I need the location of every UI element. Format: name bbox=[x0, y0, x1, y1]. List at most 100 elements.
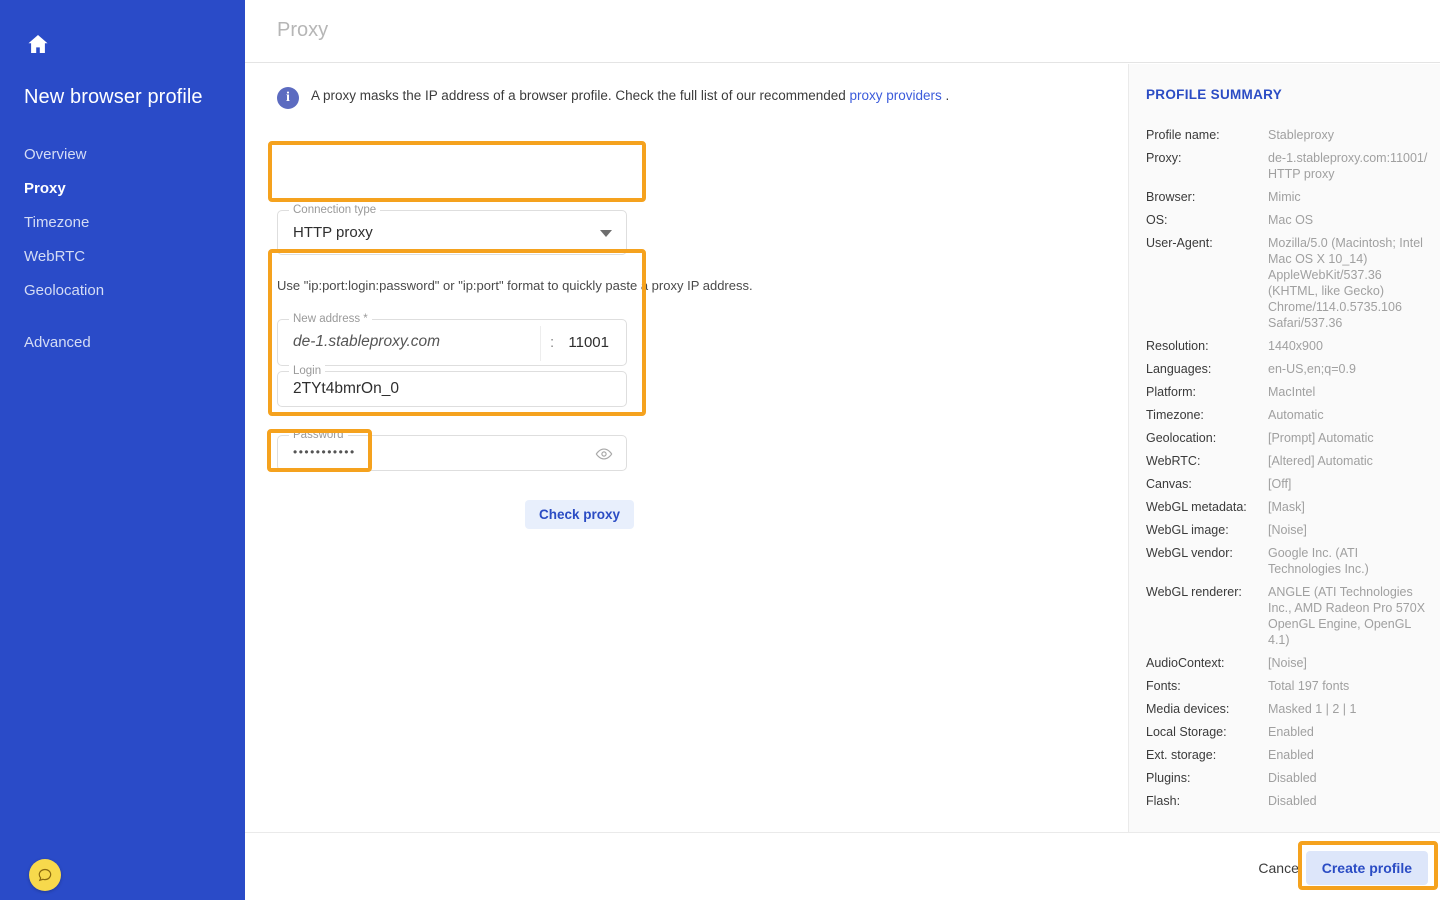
sidebar-item-label: Timezone bbox=[24, 214, 90, 231]
summary-row-key: Local Storage: bbox=[1146, 725, 1227, 739]
summary-row-key: AudioContext: bbox=[1146, 656, 1225, 670]
sidebar-item-label: Geolocation bbox=[24, 282, 105, 299]
summary-row: WebGL vendor: Google Inc. (ATI Technologi… bbox=[1146, 545, 1430, 577]
sidebar-item-advanced[interactable]: Advanced bbox=[0, 326, 245, 360]
new-address-value: de-1.stableproxy.com bbox=[293, 333, 441, 350]
summary-row-value: [Prompt] Automatic bbox=[1268, 431, 1374, 445]
summary-row-key: Canvas: bbox=[1146, 477, 1192, 491]
summary-row: WebGL image: [Noise] bbox=[1146, 522, 1430, 538]
chevron-down-icon[interactable] bbox=[600, 230, 612, 237]
summary-row: Resolution: 1440x900 bbox=[1146, 338, 1430, 354]
info-banner: i A proxy masks the IP address of a brow… bbox=[277, 86, 1097, 109]
summary-row-value: 1440x900 bbox=[1268, 339, 1323, 353]
summary-row-key: Media devices: bbox=[1146, 702, 1230, 716]
summary-row-key: Proxy: bbox=[1146, 151, 1182, 165]
password-input[interactable]: Password ••••••••••• bbox=[277, 428, 627, 471]
summary-row-key: Flash: bbox=[1146, 794, 1181, 808]
summary-row: Platform: MacIntel bbox=[1146, 384, 1430, 400]
connection-type-label: Connection type bbox=[289, 203, 381, 217]
port-input-value[interactable]: 11001 bbox=[568, 334, 609, 351]
sidebar-item-proxy[interactable]: Proxy bbox=[0, 172, 245, 206]
sidebar-item-geolocation[interactable]: Geolocation bbox=[0, 274, 245, 308]
sidebar-nav: Overview Proxy Timezone WebRTC Geolocati… bbox=[0, 138, 245, 360]
summary-row-key: WebRTC: bbox=[1146, 454, 1201, 468]
main-content: i A proxy masks the IP address of a brow… bbox=[245, 64, 1128, 832]
summary-row-value: [Off] bbox=[1268, 477, 1292, 491]
summary-row: Canvas: [Off] bbox=[1146, 476, 1430, 492]
summary-row-key: Geolocation: bbox=[1146, 431, 1217, 445]
summary-row-key: WebGL renderer: bbox=[1146, 585, 1242, 599]
home-icon[interactable] bbox=[24, 30, 52, 58]
create-profile-button[interactable]: Create profile bbox=[1305, 851, 1428, 885]
sidebar-item-label: Proxy bbox=[24, 180, 66, 197]
summary-row-key: OS: bbox=[1146, 213, 1168, 227]
summary-row-value: Mac OS bbox=[1268, 213, 1314, 227]
profile-summary-title: PROFILE SUMMARY bbox=[1146, 87, 1282, 102]
connection-type-select[interactable]: Connection type HTTP proxy bbox=[277, 203, 627, 255]
summary-row: Fonts: Total 197 fonts bbox=[1146, 678, 1430, 694]
summary-row-value: Mozilla/5.0 (Macintosh; Intel Mac OS X 1… bbox=[1268, 236, 1423, 330]
summary-row: Flash: Disabled bbox=[1146, 793, 1430, 809]
summary-row: Timezone: Automatic bbox=[1146, 407, 1430, 423]
summary-row: Languages: en-US,en;q=0.9 bbox=[1146, 361, 1430, 377]
sidebar-title: New browser profile bbox=[24, 86, 203, 108]
login-label: Login bbox=[289, 364, 326, 378]
sidebar-item-webrtc[interactable]: WebRTC bbox=[0, 240, 245, 274]
cancel-button[interactable]: Cancel bbox=[1246, 853, 1314, 883]
summary-row: OS: Mac OS bbox=[1146, 212, 1430, 228]
nav-divider-space bbox=[0, 308, 245, 326]
app-root: New browser profile Overview Proxy Timez… bbox=[0, 0, 1440, 900]
summary-row-value: [Altered] Automatic bbox=[1268, 454, 1373, 468]
summary-row-value: de-1.stableproxy.com:11001/ HTTP proxy bbox=[1268, 151, 1428, 181]
summary-row-key: WebGL vendor: bbox=[1146, 546, 1233, 560]
summary-row: Profile name: Stableproxy bbox=[1146, 127, 1430, 143]
info-text-before: A proxy masks the IP address of a browse… bbox=[311, 88, 850, 103]
login-value: 2TYt4bmrOn_0 bbox=[293, 380, 399, 397]
summary-row: Geolocation: [Prompt] Automatic bbox=[1146, 430, 1430, 446]
summary-row-key: Timezone: bbox=[1146, 408, 1204, 422]
summary-row: Ext. storage: Enabled bbox=[1146, 747, 1430, 763]
info-text-after: . bbox=[941, 88, 950, 103]
summary-row-value: Enabled bbox=[1268, 725, 1314, 739]
summary-row: Media devices: Masked 1 | 2 | 1 bbox=[1146, 701, 1430, 717]
summary-row-key: Browser: bbox=[1146, 190, 1196, 204]
summary-row-value: Disabled bbox=[1268, 794, 1317, 808]
summary-row: AudioContext: [Noise] bbox=[1146, 655, 1430, 671]
password-value: ••••••••••• bbox=[293, 445, 356, 459]
summary-row-value: MacIntel bbox=[1268, 385, 1316, 399]
summary-row: WebGL renderer: ANGLE (ATI Technologies I… bbox=[1146, 584, 1430, 648]
summary-row-value: Mimic bbox=[1268, 190, 1301, 204]
page-header: Proxy bbox=[245, 0, 1440, 63]
help-chat-bubble-button[interactable] bbox=[29, 859, 61, 891]
new-address-input[interactable]: New address * de-1.stableproxy.com : 110… bbox=[277, 312, 627, 366]
check-proxy-button[interactable]: Check proxy bbox=[525, 500, 635, 529]
summary-row: User-Agent: Mozilla/5.0 (Macintosh; Intel… bbox=[1146, 235, 1430, 331]
proxy-providers-link[interactable]: proxy providers bbox=[850, 88, 942, 103]
summary-row-value: [Noise] bbox=[1268, 656, 1307, 670]
sidebar-item-timezone[interactable]: Timezone bbox=[0, 206, 245, 240]
new-address-label: New address * bbox=[289, 312, 372, 326]
info-icon: i bbox=[277, 87, 299, 109]
summary-row-value: Enabled bbox=[1268, 748, 1314, 762]
summary-row-key: WebGL image: bbox=[1146, 523, 1229, 537]
summary-row: Local Storage: Enabled bbox=[1146, 724, 1430, 740]
summary-row-value: ANGLE (ATI Technologies Inc., AMD Radeon… bbox=[1268, 585, 1426, 647]
summary-row-value: Stableproxy bbox=[1268, 128, 1335, 142]
format-hint: Use "ip:port:login:password" or "ip:port… bbox=[277, 278, 753, 293]
login-input[interactable]: Login 2TYt4bmrOn_0 bbox=[277, 364, 627, 407]
connection-type-value: HTTP proxy bbox=[293, 224, 373, 241]
sidebar-item-overview[interactable]: Overview bbox=[0, 138, 245, 172]
summary-row-value: Disabled bbox=[1268, 771, 1317, 785]
summary-row-key: Platform: bbox=[1146, 385, 1197, 399]
summary-row-value: Google Inc. (ATI Technologies Inc.) bbox=[1268, 546, 1369, 576]
sidebar: New browser profile Overview Proxy Timez… bbox=[0, 0, 245, 900]
eye-icon[interactable] bbox=[594, 444, 614, 464]
password-label: Password bbox=[289, 428, 348, 442]
summary-row-key: User-Agent: bbox=[1146, 236, 1213, 250]
summary-row-key: Languages: bbox=[1146, 362, 1212, 376]
summary-row: Plugins: Disabled bbox=[1146, 770, 1430, 786]
port-divider bbox=[540, 326, 541, 361]
summary-row: Proxy: de-1.stableproxy.com:11001/ HTTP p… bbox=[1146, 150, 1430, 182]
summary-row-value: Masked 1 | 2 | 1 bbox=[1268, 702, 1357, 716]
summary-row-key: Fonts: bbox=[1146, 679, 1181, 693]
